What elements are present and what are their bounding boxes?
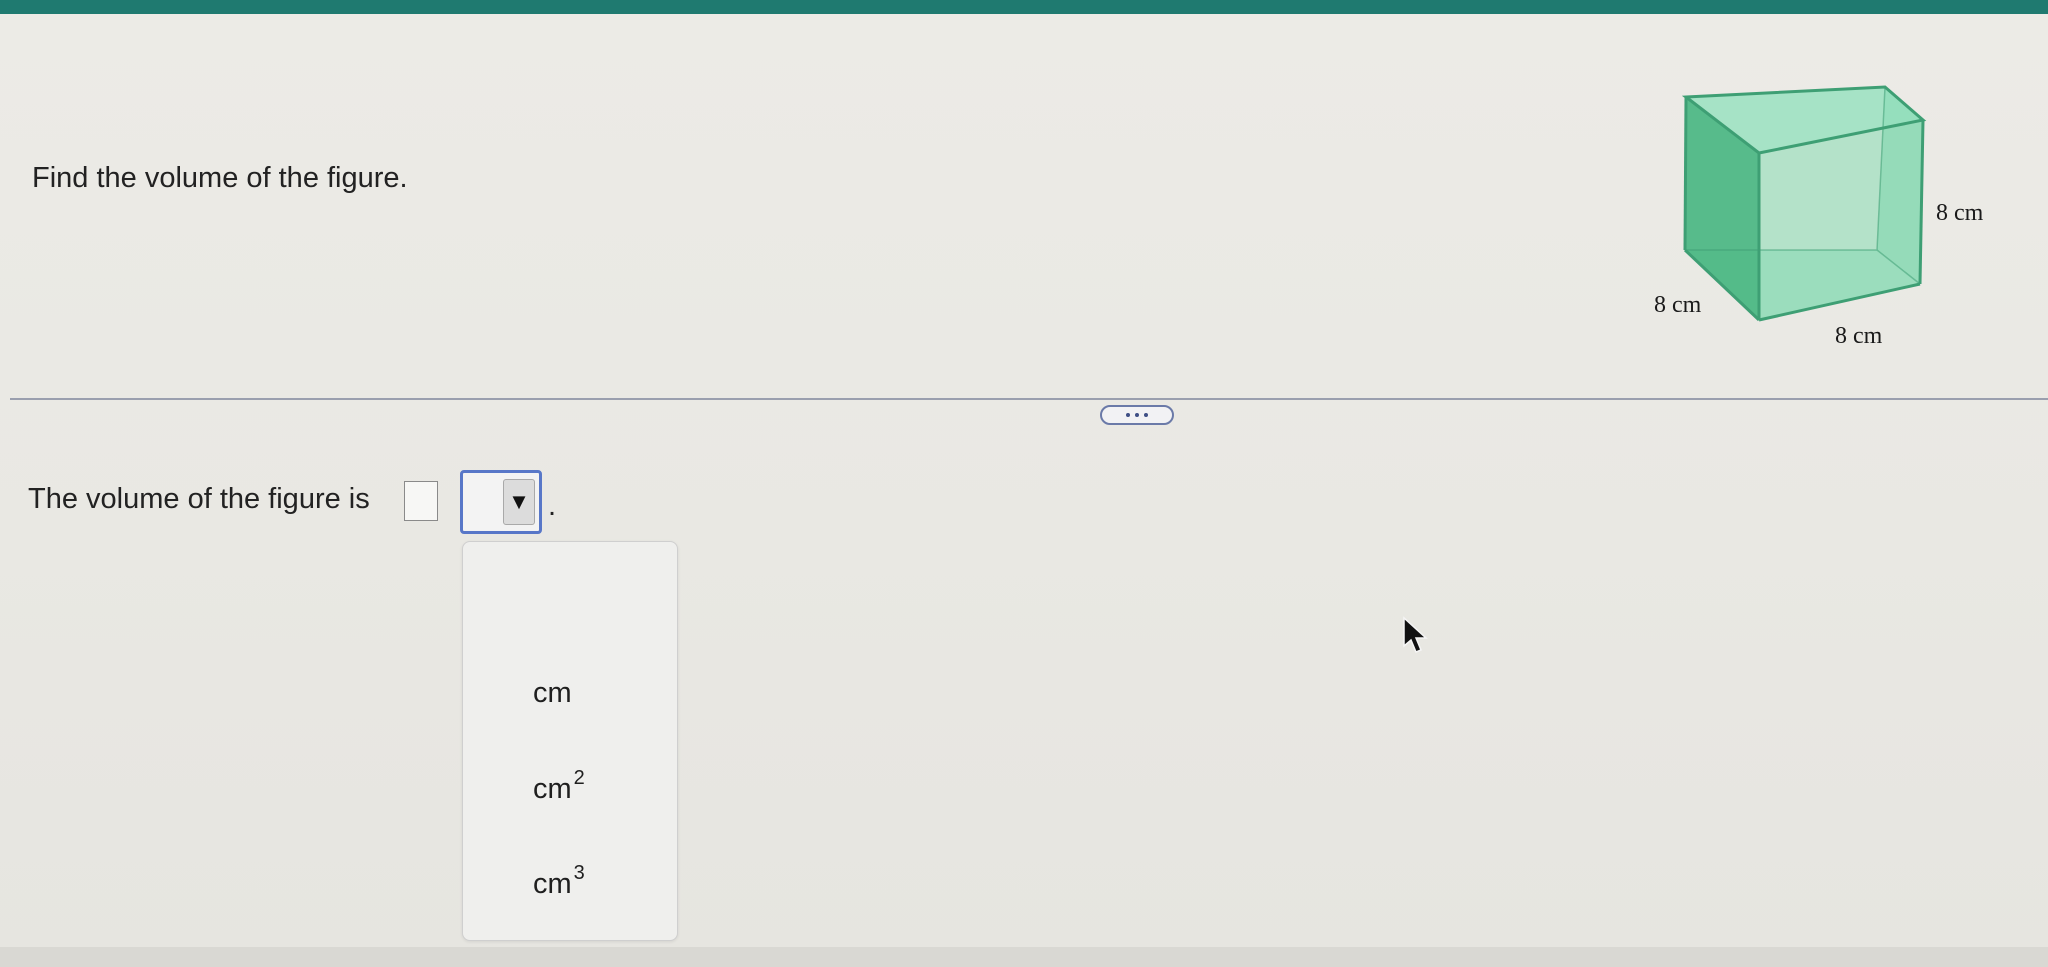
width-label: 8 cm xyxy=(1835,323,1883,349)
ellipsis-icon xyxy=(1144,413,1148,417)
question-prompt: Find the volume of the figure. xyxy=(32,162,408,194)
unit-option-cm3[interactable]: cm 3 xyxy=(533,862,585,901)
mouse-cursor-icon xyxy=(1403,616,1428,653)
ellipsis-icon xyxy=(1126,413,1130,417)
unit-dropdown-menu: cm cm 2 cm 3 xyxy=(462,541,678,941)
chevron-down-icon[interactable]: ▼ xyxy=(503,479,535,525)
unit-option-exponent: 2 xyxy=(573,767,585,789)
expand-button[interactable] xyxy=(1100,405,1174,425)
cube-figure: 8 cm 8 cm 8 cm xyxy=(1654,85,1984,349)
section-divider xyxy=(10,398,2048,400)
unit-dropdown[interactable]: ▼ xyxy=(460,470,542,534)
unit-option-base: cm xyxy=(533,677,572,709)
depth-label: 8 cm xyxy=(1654,292,1702,318)
volume-answer-input[interactable] xyxy=(404,481,438,521)
height-label: 8 cm xyxy=(1936,200,1984,226)
sentence-period: . xyxy=(548,490,557,522)
unit-option-cm2[interactable]: cm 2 xyxy=(533,767,585,806)
answer-sentence: The volume of the figure is xyxy=(28,483,370,515)
header-bar xyxy=(0,0,2048,14)
bottom-edge xyxy=(0,947,2048,967)
unit-option-cm[interactable]: cm xyxy=(533,677,572,710)
ellipsis-icon xyxy=(1135,413,1139,417)
unit-option-base: cm xyxy=(533,868,572,900)
unit-option-exponent: 3 xyxy=(573,862,585,884)
unit-option-base: cm xyxy=(533,773,572,805)
